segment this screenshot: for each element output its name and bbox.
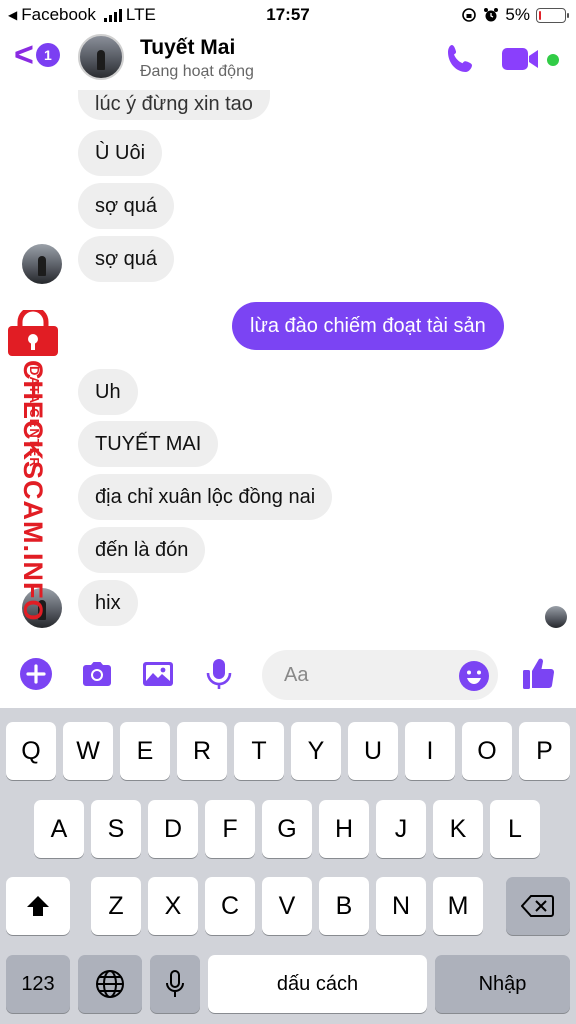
message-bubble[interactable]: TUYẾT MAI: [78, 421, 219, 467]
seen-indicator-avatar: [545, 606, 567, 628]
key-b[interactable]: B: [319, 877, 369, 935]
key-a[interactable]: A: [34, 800, 84, 858]
watermark: CHECKSCAM.INFO DATA CENTER: [2, 310, 66, 622]
alarm-icon: [484, 8, 499, 22]
backspace-icon: [520, 895, 554, 917]
unread-badge: 1: [35, 43, 60, 67]
shift-key[interactable]: [6, 877, 70, 935]
battery-fill: [539, 10, 541, 20]
message-bubble[interactable]: địa chỉ xuân lộc đồng nai: [78, 474, 333, 520]
microphone-icon: [166, 970, 184, 997]
space-key[interactable]: dấu cách: [208, 955, 427, 1013]
contact-name[interactable]: Tuyết Mai: [140, 36, 235, 60]
like-icon[interactable]: [520, 654, 558, 692]
key-t[interactable]: T: [234, 722, 284, 780]
key-s[interactable]: S: [91, 800, 141, 858]
key-c[interactable]: C: [205, 877, 255, 935]
key-f[interactable]: F: [205, 800, 255, 858]
message-bubble-outgoing[interactable]: lừa đào chiếm đoạt tài sản: [232, 302, 504, 350]
key-j[interactable]: J: [376, 800, 426, 858]
key-k[interactable]: K: [433, 800, 483, 858]
contact-status: Đang hoạt động: [140, 63, 254, 80]
key-d[interactable]: D: [148, 800, 198, 858]
status-right: 5%: [461, 5, 569, 25]
battery-icon: [536, 7, 569, 23]
conversation-header: < 1 Tuyết Mai Đang hoạt động: [0, 28, 576, 90]
globe-key[interactable]: [78, 955, 142, 1013]
key-g[interactable]: G: [262, 800, 312, 858]
keyboard: Q W E R T Y U I O P A S D F G H J K L Z …: [0, 708, 576, 1024]
key-q[interactable]: Q: [6, 722, 56, 780]
lock-icon: [8, 310, 58, 356]
return-key[interactable]: Nhập: [435, 955, 570, 1013]
message-bubble[interactable]: sợ quá: [78, 183, 175, 229]
message-bubble[interactable]: sợ quá: [78, 236, 175, 282]
key-e[interactable]: E: [120, 722, 170, 780]
key-u[interactable]: U: [348, 722, 398, 780]
composer-bar: Aa: [0, 644, 576, 706]
avatar-figure: [38, 256, 46, 276]
key-m[interactable]: M: [433, 877, 483, 935]
key-h[interactable]: H: [319, 800, 369, 858]
message-bubble[interactable]: hix: [78, 580, 138, 626]
message-bubble[interactable]: Ù Uôi: [78, 130, 163, 176]
video-call-icon[interactable]: [500, 44, 542, 74]
camera-icon[interactable]: [79, 656, 115, 692]
key-v[interactable]: V: [262, 877, 312, 935]
online-indicator: [547, 54, 559, 66]
message-input[interactable]: Aa: [262, 650, 498, 700]
back-button[interactable]: < 1: [14, 36, 60, 74]
key-x[interactable]: X: [148, 877, 198, 935]
battery-percent: 5%: [505, 5, 530, 24]
message-list[interactable]: lúc ý đừng xin tao Ù Uôi sợ quá sợ quá l…: [0, 90, 576, 638]
key-y[interactable]: Y: [291, 722, 341, 780]
dictation-key[interactable]: [150, 955, 200, 1013]
message-placeholder: Aa: [284, 664, 309, 686]
emoji-icon[interactable]: [458, 660, 490, 692]
sender-avatar[interactable]: [22, 244, 62, 284]
key-l[interactable]: L: [490, 800, 540, 858]
message-bubble[interactable]: lúc ý đừng xin tao: [78, 90, 270, 120]
key-z[interactable]: Z: [91, 877, 141, 935]
contact-avatar[interactable]: [78, 34, 124, 80]
chevron-left-icon: <: [14, 36, 34, 74]
key-r[interactable]: R: [177, 722, 227, 780]
key-n[interactable]: N: [376, 877, 426, 935]
watermark-tagline-text: DATA CENTER: [27, 366, 42, 468]
backspace-key[interactable]: [506, 877, 570, 935]
key-p[interactable]: P: [519, 722, 570, 780]
avatar-figure: [97, 50, 105, 70]
phone-call-icon[interactable]: [444, 42, 478, 76]
key-o[interactable]: O: [462, 722, 512, 780]
plus-icon[interactable]: [18, 656, 54, 692]
globe-icon: [96, 970, 124, 998]
microphone-icon[interactable]: [201, 656, 237, 692]
shift-icon: [27, 896, 49, 916]
rotation-lock-icon: [462, 8, 477, 22]
message-bubble[interactable]: đến là đón: [78, 527, 206, 573]
image-icon[interactable]: [140, 656, 176, 692]
message-bubble[interactable]: Uh: [78, 369, 138, 415]
numbers-key[interactable]: 123: [6, 955, 70, 1013]
key-w[interactable]: W: [63, 722, 113, 780]
status-bar: ◀ Facebook LTE 17:57 5%: [0, 0, 576, 30]
key-i[interactable]: I: [405, 722, 455, 780]
